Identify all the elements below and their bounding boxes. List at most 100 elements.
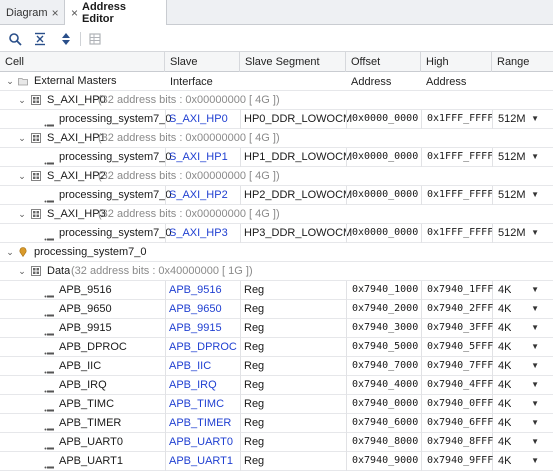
slave-interface-link[interactable]: S_AXI_HP1 <box>165 148 228 166</box>
offset-address-field[interactable]: 0x7940_1000 <box>348 281 418 299</box>
offset-address-field[interactable]: 0x0000_0000 <box>348 110 418 128</box>
chevron-down-icon[interactable]: ⌄ <box>17 167 27 185</box>
table-row[interactable]: processing_system7_0 S_AXI_HP2 HP2_DDR_L… <box>0 186 553 205</box>
range-select[interactable]: 4K <box>494 376 511 394</box>
offset-address-field[interactable]: 0x0000_0000 <box>348 148 418 166</box>
offset-address-field[interactable]: 0x7940_6000 <box>348 414 418 432</box>
column-header-high-address[interactable]: High Address <box>421 52 492 88</box>
slave-interface-link[interactable]: APB_UART1 <box>165 452 233 470</box>
high-address: 0x1FFF_FFFF <box>427 113 494 124</box>
range-select[interactable]: 4K <box>494 414 511 432</box>
chevron-down-icon[interactable]: ▼ <box>531 300 539 318</box>
chevron-down-icon[interactable]: ▼ <box>531 452 539 470</box>
expand-all-button[interactable] <box>57 30 75 48</box>
chevron-down-icon[interactable]: ⌄ <box>17 129 27 147</box>
chevron-down-icon[interactable]: ⌄ <box>17 91 27 109</box>
chevron-down-icon[interactable]: ⌄ <box>5 243 15 261</box>
tree-row-address-space[interactable]: ⌄ S_AXI_HP0 (32 address bits : 0x0000000… <box>0 91 553 110</box>
slave-interface-link[interactable]: APB_IRQ <box>165 376 217 394</box>
slave-interface-link[interactable]: APB_DPROC <box>165 338 237 356</box>
chevron-down-icon[interactable]: ▼ <box>531 186 539 204</box>
chevron-down-icon[interactable]: ▼ <box>531 148 539 166</box>
table-row[interactable]: APB_IRQ APB_IRQ Reg 0x7940_4000 0x7940_4FFF 4… <box>0 376 553 395</box>
table-row[interactable]: APB_9915 APB_9915 Reg 0x7940_3000 0x7940_3FF… <box>0 319 553 338</box>
range-select[interactable]: 4K <box>494 452 511 470</box>
offset-address-field[interactable]: 0x7940_2000 <box>348 300 418 318</box>
column-header-slave-interface[interactable]: Slave Interface <box>165 52 240 88</box>
chevron-down-icon[interactable]: ▼ <box>531 433 539 451</box>
slave-interface-link[interactable]: S_AXI_HP0 <box>165 110 228 128</box>
offset-address-field[interactable]: 0x7940_7000 <box>348 357 418 375</box>
range-select[interactable]: 4K <box>494 338 511 356</box>
chevron-down-icon[interactable]: ⌄ <box>17 262 27 280</box>
chevron-down-icon[interactable]: ⌄ <box>17 205 27 223</box>
slave-interface-link[interactable]: APB_9516 <box>165 281 222 299</box>
address-space-icon <box>31 171 41 181</box>
tree-row-address-space[interactable]: ⌄ S_AXI_HP1 (32 address bits : 0x0000000… <box>0 129 553 148</box>
chevron-down-icon[interactable]: ▼ <box>531 376 539 394</box>
table-row[interactable]: processing_system7_0 S_AXI_HP0 HP0_DDR_L… <box>0 110 553 129</box>
offset-address-field[interactable]: 0x7940_0000 <box>348 395 418 413</box>
offset-address-field[interactable]: 0x0000_0000 <box>348 224 418 242</box>
range-select[interactable]: 512M <box>494 110 526 128</box>
search-button[interactable] <box>6 30 24 48</box>
chevron-down-icon[interactable]: ⌄ <box>5 72 15 90</box>
tree-row-address-space[interactable]: ⌄ S_AXI_HP3 (32 address bits : 0x0000000… <box>0 205 553 224</box>
column-header-offset-address[interactable]: Offset Address <box>346 52 421 88</box>
offset-address-field[interactable]: 0x7940_9000 <box>348 452 418 470</box>
range-select[interactable]: 4K <box>494 319 511 337</box>
range-select[interactable]: 512M <box>494 186 526 204</box>
slave-interface-link[interactable]: APB_TIMC <box>165 395 224 413</box>
close-icon[interactable]: × <box>71 6 78 20</box>
chevron-down-icon[interactable]: ▼ <box>531 224 539 242</box>
table-row[interactable]: APB_TIMC APB_TIMC Reg 0x7940_0000 0x7940_0FF… <box>0 395 553 414</box>
column-header-range[interactable]: Range <box>492 52 553 72</box>
tree-row-external-masters[interactable]: ⌄ External Masters <box>0 72 553 91</box>
slave-interface-link[interactable]: APB_9915 <box>165 319 222 337</box>
chevron-down-icon[interactable]: ▼ <box>531 319 539 337</box>
slave-interface-link[interactable]: APB_TIMER <box>165 414 231 432</box>
table-row[interactable]: APB_UART1 APB_UART1 Reg 0x7940_9000 0x7940_9… <box>0 452 553 471</box>
table-row[interactable]: processing_system7_0 S_AXI_HP3 HP3_DDR_L… <box>0 224 553 243</box>
tree-row-processor[interactable]: ⌄ processing_system7_0 <box>0 243 553 262</box>
slave-interface-link[interactable]: APB_UART0 <box>165 433 233 451</box>
table-row[interactable]: APB_IIC APB_IIC Reg 0x7940_7000 0x7940_7FFF 4… <box>0 357 553 376</box>
chevron-down-icon[interactable]: ▼ <box>531 414 539 432</box>
table-row[interactable]: APB_DPROC APB_DPROC Reg 0x7940_5000 0x7940_5… <box>0 338 553 357</box>
tab-address-editor[interactable]: × Address Editor <box>64 0 167 26</box>
chevron-down-icon[interactable]: ▼ <box>531 395 539 413</box>
slave-interface-link[interactable]: APB_IIC <box>165 357 211 375</box>
tree-row-address-space[interactable]: ⌄ Data (32 address bits : 0x40000000 [ 1… <box>0 262 553 281</box>
column-header-cell[interactable]: Cell <box>0 52 165 72</box>
auto-assign-button[interactable] <box>86 30 104 48</box>
chevron-down-icon[interactable]: ▼ <box>531 110 539 128</box>
slave-interface-link[interactable]: APB_9650 <box>165 300 222 318</box>
offset-address-field[interactable]: 0x7940_8000 <box>348 433 418 451</box>
tab-diagram[interactable]: Diagram × <box>0 0 64 25</box>
slave-interface-link[interactable]: S_AXI_HP2 <box>165 186 228 204</box>
close-icon[interactable]: × <box>52 6 59 20</box>
range-select[interactable]: 4K <box>494 395 511 413</box>
range-select[interactable]: 4K <box>494 300 511 318</box>
offset-address-field[interactable]: 0x7940_3000 <box>348 319 418 337</box>
table-row[interactable]: APB_TIMER APB_TIMER Reg 0x7940_6000 0x7940_6… <box>0 414 553 433</box>
tree-row-address-space[interactable]: ⌄ S_AXI_HP2 (32 address bits : 0x0000000… <box>0 167 553 186</box>
offset-address-field[interactable]: 0x7940_5000 <box>348 338 418 356</box>
column-header-slave-segment[interactable]: Slave Segment <box>240 52 346 72</box>
table-row[interactable]: APB_UART0 APB_UART0 Reg 0x7940_8000 0x7940_8… <box>0 433 553 452</box>
table-row[interactable]: APB_9516 APB_9516 Reg 0x7940_1000 0x7940_1FF… <box>0 281 553 300</box>
range-select[interactable]: 512M <box>494 224 526 242</box>
collapse-all-button[interactable] <box>31 30 49 48</box>
range-select[interactable]: 4K <box>494 281 511 299</box>
table-row[interactable]: processing_system7_0 S_AXI_HP1 HP1_DDR_L… <box>0 148 553 167</box>
range-select[interactable]: 512M <box>494 148 526 166</box>
offset-address-field[interactable]: 0x7940_4000 <box>348 376 418 394</box>
slave-interface-link[interactable]: S_AXI_HP3 <box>165 224 228 242</box>
chevron-down-icon[interactable]: ▼ <box>531 281 539 299</box>
chevron-down-icon[interactable]: ▼ <box>531 357 539 375</box>
range-select[interactable]: 4K <box>494 433 511 451</box>
chevron-down-icon[interactable]: ▼ <box>531 338 539 356</box>
range-select[interactable]: 4K <box>494 357 511 375</box>
table-row[interactable]: APB_9650 APB_9650 Reg 0x7940_2000 0x7940_2FF… <box>0 300 553 319</box>
offset-address-field[interactable]: 0x0000_0000 <box>348 186 418 204</box>
